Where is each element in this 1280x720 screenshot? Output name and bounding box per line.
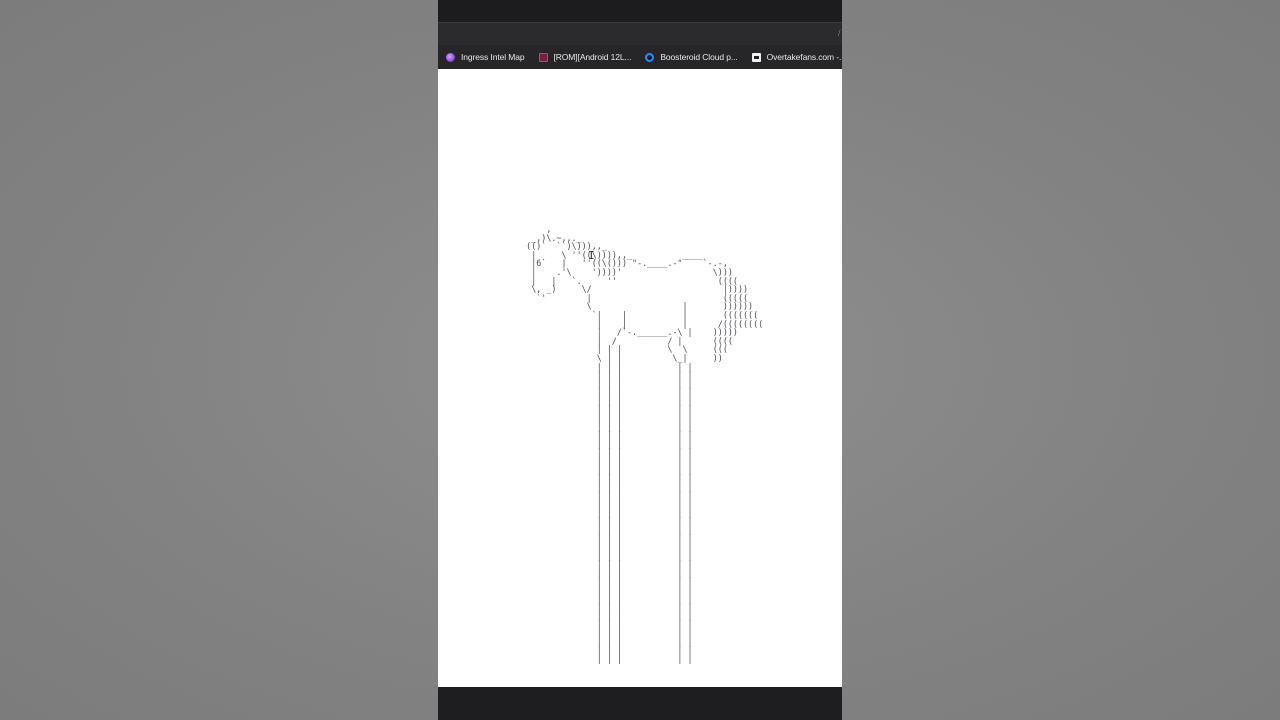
boosteroid-icon	[645, 52, 655, 62]
bookmark-rom-android[interactable]: [ROM][Android 12L...	[531, 45, 638, 69]
rom-icon	[538, 52, 548, 62]
browser-title-bar	[438, 0, 842, 22]
bookmark-label: Overtakefans.com -...	[766, 52, 842, 62]
ascii-horse-art: , _,)\.~,,._ (()` ``)\))),,_ | \ ''((\))…	[526, 224, 764, 664]
bookmarks-bar: Ingress Intel Map [ROM][Android 12L... B…	[438, 45, 842, 69]
web-page-content: , _,)\.~,,._ (()` ``)\))),,_ | \ ''((\))…	[438, 69, 842, 687]
bookmark-label: [ROM][Android 12L...	[553, 52, 632, 62]
overtakefans-icon	[751, 52, 761, 62]
toolbar-edge-marker: /	[838, 28, 841, 38]
bookmark-overtakefans[interactable]: Overtakefans.com -...	[744, 45, 842, 69]
bookmark-label: Ingress Intel Map	[461, 52, 525, 62]
browser-toolbar: /	[438, 22, 842, 45]
text-cursor-icon: I	[588, 249, 595, 262]
screen-recording-frame: / Ingress Intel Map [ROM][Android 12L...…	[438, 0, 842, 720]
bookmark-label: Boosteroid Cloud p...	[660, 52, 738, 62]
bookmark-ingress-intel-map[interactable]: Ingress Intel Map	[438, 45, 531, 69]
bookmark-boosteroid[interactable]: Boosteroid Cloud p...	[637, 45, 743, 69]
ingress-icon	[446, 52, 455, 62]
bottom-taskbar	[438, 687, 842, 720]
